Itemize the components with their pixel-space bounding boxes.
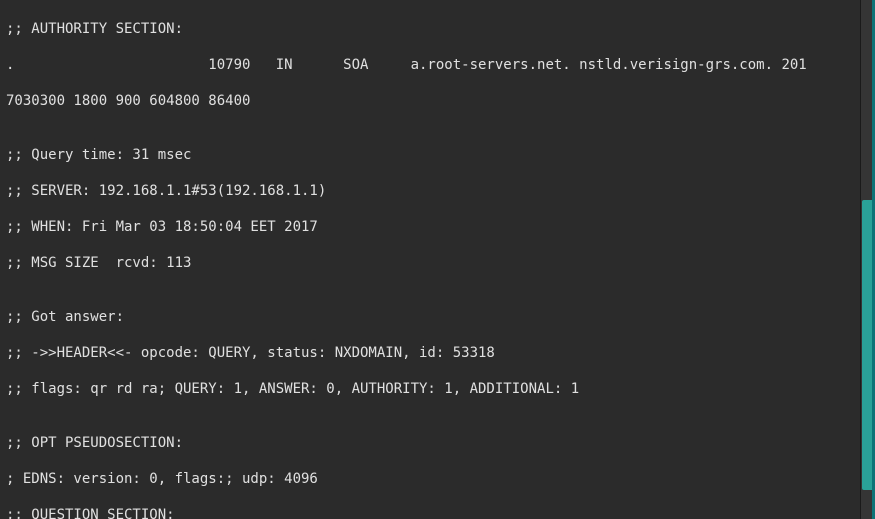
output-line: 7030300 1800 900 604800 86400 — [6, 92, 854, 110]
output-line: . 10790 IN SOA a.root-servers.net. nstld… — [6, 56, 854, 74]
output-line: ;; ->>HEADER<<- opcode: QUERY, status: N… — [6, 344, 854, 362]
terminal-output: ;; AUTHORITY SECTION: . 10790 IN SOA a.r… — [0, 0, 860, 519]
output-line: ;; WHEN: Fri Mar 03 18:50:04 EET 2017 — [6, 218, 854, 236]
output-line: ;; AUTHORITY SECTION: — [6, 20, 854, 38]
output-line: ;; QUESTION SECTION: — [6, 506, 854, 519]
output-line: ;; SERVER: 192.168.1.1#53(192.168.1.1) — [6, 182, 854, 200]
output-line: ; EDNS: version: 0, flags:; udp: 4096 — [6, 470, 854, 488]
output-line: ;; flags: qr rd ra; QUERY: 1, ANSWER: 0,… — [6, 380, 854, 398]
output-line: ;; Query time: 31 msec — [6, 146, 854, 164]
terminal-container[interactable]: ;; AUTHORITY SECTION: . 10790 IN SOA a.r… — [0, 0, 860, 519]
output-line: ;; Got answer: — [6, 308, 854, 326]
output-line: ;; OPT PSEUDOSECTION: — [6, 434, 854, 452]
output-line: ;; MSG SIZE rcvd: 113 — [6, 254, 854, 272]
